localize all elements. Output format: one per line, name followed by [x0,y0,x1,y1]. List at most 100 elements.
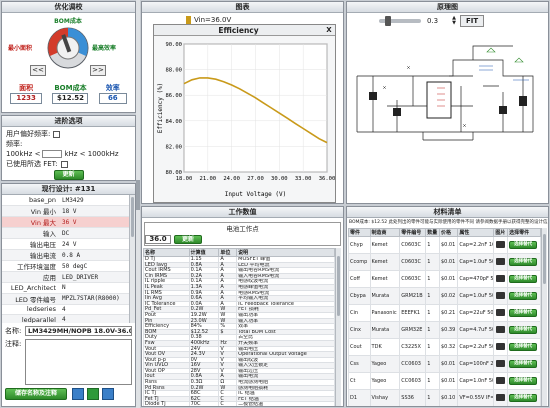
choose-alternate-button[interactable]: 选择替代 [509,326,538,334]
design-key: ledseries [2,304,60,315]
design-row[interactable]: 输出电压 24 V [2,238,129,250]
freq-label: 频率: [6,140,23,148]
bom-cell-attr: Cap=2.2nF 16V X7R [457,236,495,254]
choose-alternate-button[interactable]: 选择替代 [509,292,538,300]
schematic-panel: 原理图 0.3 ▲ ▼ FIT [346,1,549,204]
design-row[interactable]: LED 零件编号 MPZL7STAR(R8000) [2,293,129,305]
bom-col-header[interactable]: 零件编号 [399,228,427,237]
metric-bom: BOM成本 $12.52 [52,83,89,104]
schematic-diagram[interactable] [353,36,541,164]
bom-cell-attr: Cap=1.0uF 50V X7R [457,253,495,271]
bom-row[interactable]: CinPanasonicEEEFK11$0.21Cap=22uF 50V Alu… [348,304,541,322]
zoom-slider[interactable] [379,16,421,26]
design-row[interactable]: LED_Architect N [2,282,129,294]
bom-cell-price: $0.01 [438,236,459,254]
design-row[interactable]: 输出电流 0.8 A [2,249,129,261]
bom-cell-mfr: Kemet [369,253,401,271]
freq-input[interactable] [42,150,63,158]
design-row[interactable]: ledseries 4 [2,304,129,315]
y-tick-label: 86.00 [165,93,182,99]
bom-cell-price: $0.01 [438,253,459,271]
pref-freq-checkbox[interactable] [53,130,61,138]
bom-col-header[interactable]: 图片 [493,228,509,237]
bom-col-header[interactable]: 零件 [348,228,371,237]
design-value: 18 V [60,205,129,217]
bom-cell-qty: 1 [425,253,440,271]
bom-cell-mfr: Panasonic [369,304,401,322]
choose-alternate-button[interactable]: 选择替代 [509,258,538,266]
bom-col-header[interactable]: 制造商 [369,228,401,237]
left-scrollbar[interactable] [136,0,140,408]
advanced-panel: 进阶选项 用户偏好频率: 频率: 100kHz < kHz < 1000kHz … [1,115,136,181]
bom-part-image [493,321,509,339]
design-value: DC [60,227,129,239]
operating-scrollbar[interactable] [335,248,341,406]
design-scrollbar[interactable] [129,195,135,323]
bom-col-header[interactable]: 选择零件 [507,228,541,237]
bom-cell-qty: 1 [425,389,440,406]
choose-alternate-button[interactable]: 选择替代 [509,360,538,368]
knob-right-button[interactable]: >> [90,65,106,76]
bom-cell-price: $0.01 [438,270,459,288]
choose-alternate-button[interactable]: 选择替代 [509,394,538,402]
bom-choose-cell: 选择替代 [507,236,541,254]
fet-checkbox[interactable] [60,160,68,168]
design-row[interactable]: Vin 最大 36 V [2,216,129,228]
bom-row[interactable]: ChypKemetC0603C1$0.01Cap=2.2nF 16V X7R 选择… [348,236,541,254]
bom-part-image [493,236,509,254]
name-input[interactable]: LM3429MH/NOPB 18.0V-36.0 [25,326,132,336]
update-button[interactable]: 更新 [53,170,84,180]
choose-alternate-button[interactable]: 选择替代 [509,343,538,351]
notes-textarea[interactable] [25,339,132,385]
bom-cell-attr: Cap=1.0nF 50V COG [457,372,495,390]
operating-input[interactable]: 36.0 [145,235,171,244]
design-row[interactable]: base_pn LM3429 [2,195,129,206]
bom-cell-mfr: Murata [369,287,401,305]
operating-subtitle: 电池工作点 [226,225,259,233]
bom-row[interactable]: CoutTDKC3225X1$0.32Cap=2.2uF 50V X7R 选择替代 [348,338,541,356]
design-value: MPZL7STAR(R8000) [60,293,129,305]
bom-row[interactable]: CbypaMurataGRM21B1$0.02Cap=1.0uF 50V X7R… [348,287,541,305]
bom-row[interactable]: CssYageoCC06031$0.01Cap=100nF 25V X7R 选择替… [348,355,541,373]
fit-button[interactable]: FIT [460,15,485,27]
efficiency-chart: 90.0088.0086.0084.0082.0080.0018.00 21.00… [157,42,335,198]
choose-alternate-button[interactable]: 选择替代 [509,377,538,385]
bom-part-image [493,253,509,271]
bom-table-wrap: 零件 制造商 零件编号 数量 价格 属性 图片 选择零件 Chyp Kemet C0603C 1 $0… [348,228,547,406]
save-icon-2[interactable] [87,388,99,400]
design-row[interactable]: 输入 DC [2,227,129,239]
choose-alternate-button[interactable]: 选择替代 [509,241,538,249]
bom-row[interactable]: CtYageoCC06031$0.01Cap=1.0nF 50V COG 选择替代 [348,372,541,390]
save-notes-button[interactable]: 储存名称及注释 [5,388,67,400]
operating-col-header[interactable]: 说明 [236,248,335,257]
design-row[interactable]: Vin 最小 18 V [2,205,129,217]
design-row[interactable]: 工作环境温度 50 degC [2,260,129,272]
choose-alternate-button[interactable]: 选择替代 [509,275,538,283]
design-row[interactable]: 应用 LED_DRIVER [2,271,129,283]
x-axis-label: Input Voltage (V) [225,191,286,198]
tuning-knob[interactable] [46,26,90,70]
zoom-stepper[interactable]: ▲ ▼ [452,16,456,26]
design-row[interactable]: ledparallel 4 [2,314,129,323]
metric-eff-value: 66 [98,93,127,104]
bom-row[interactable]: CinxMurataGRM32E1$0.39Cap=4.7uF 50V X7R 选… [348,321,541,339]
metric-area: 面积 1233 [10,83,43,104]
efficiency-window-title: Efficiency [218,25,259,35]
save-icon-1[interactable] [72,388,84,400]
bom-row[interactable]: D1VishaySS361$0.10VF=0.55V IF=3A 选择替代 [348,389,541,406]
legend-swatch [186,16,191,24]
bom-col-header[interactable]: 数量 [425,228,440,237]
bom-col-header[interactable]: 属性 [457,228,495,237]
operating-title: 工作数值 [142,207,343,218]
bom-row[interactable]: CcompKemetC0603C1$0.01Cap=1.0uF 50V X7R 选… [348,253,541,271]
operating-cell: Diode Tj [143,401,190,406]
bom-col-header[interactable]: 价格 [438,228,459,237]
bom-scrollbar[interactable] [541,228,547,406]
operating-update-button[interactable]: 更新 [174,235,202,244]
choose-alternate-button[interactable]: 选择替代 [509,309,538,317]
knob-left-button[interactable]: << [30,65,46,76]
bom-row[interactable]: CoffKemetC0603C1$0.01Cap=470pF 50V COG 选择… [348,270,541,288]
save-icon-3[interactable] [102,388,114,400]
bom-cell-qty: 1 [425,287,440,305]
close-icon[interactable]: X [323,26,335,34]
